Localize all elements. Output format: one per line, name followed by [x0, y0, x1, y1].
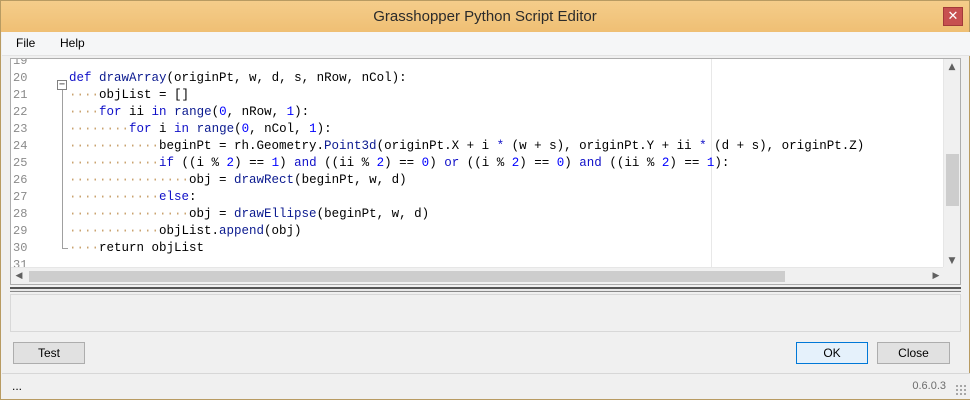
line-number: 22 — [13, 105, 28, 119]
code-content: for i in range(0, nCol, 1): — [129, 122, 332, 136]
indent-guide: ···· — [69, 105, 100, 119]
fold-guide-end — [62, 248, 68, 249]
vertical-scroll-thumb[interactable] — [946, 154, 959, 206]
indent-guide: ···· — [69, 241, 100, 255]
scrollbar-corner — [943, 267, 960, 284]
code-content: objList.append(obj) — [159, 224, 302, 238]
horizontal-scroll-thumb[interactable] — [29, 271, 785, 282]
output-panel — [10, 294, 961, 332]
scroll-right-icon[interactable]: ▶ — [928, 268, 944, 284]
code-line[interactable]: 24 ············beginPt = rh.Geometry.Poin… — [11, 138, 946, 155]
line-number: 29 — [13, 224, 28, 238]
test-button[interactable]: Test — [13, 342, 85, 364]
code-text: ····for ii in range(0, nRow, 1): — [69, 104, 309, 121]
code-content: else: — [159, 190, 197, 204]
code-text: ············objList.append(obj) — [69, 223, 302, 240]
panel-splitter[interactable] — [10, 287, 961, 292]
code-content: objList = [] — [99, 88, 190, 102]
indent-guide: ················ — [69, 173, 190, 187]
code-content: obj = drawRect(beginPt, w, d) — [189, 173, 407, 187]
code-text: ····return objList — [69, 240, 204, 257]
resize-grip-icon[interactable] — [955, 384, 967, 396]
indent-guide: ············ — [69, 224, 160, 238]
code-line[interactable]: 19 — [11, 58, 946, 70]
script-editor-window: Grasshopper Python Script Editor ✕ File … — [0, 0, 970, 400]
line-number: 27 — [13, 190, 28, 204]
code-text: ············else: — [69, 189, 197, 206]
code-content: obj = drawEllipse(beginPt, w, d) — [189, 207, 430, 221]
indent-guide: ········ — [69, 122, 130, 136]
fold-collapse-icon[interactable]: − — [57, 80, 67, 90]
code-content: return objList — [99, 241, 205, 255]
menu-help[interactable]: Help — [60, 36, 85, 50]
code-line[interactable]: 20 def drawArray(originPt, w, d, s, nRow,… — [11, 70, 946, 87]
code-text: ····objList = [] — [69, 87, 189, 104]
status-bar: ... 0.6.0.3 — [2, 373, 970, 399]
line-number: 30 — [13, 241, 28, 255]
ok-button[interactable]: OK — [796, 342, 868, 364]
line-number: 21 — [13, 88, 28, 102]
code-line[interactable]: 26 ················obj = drawRect(beginPt… — [11, 172, 946, 189]
indent-guide: ············ — [69, 156, 160, 170]
code-line[interactable]: 29 ············objList.append(obj) — [11, 223, 946, 240]
code-text: ············beginPt = rh.Geometry.Point3… — [69, 138, 864, 155]
menu-bar: File Help — [2, 32, 970, 56]
code-line[interactable]: 30 ····return objList — [11, 240, 946, 257]
scroll-up-icon[interactable]: ▲ — [944, 59, 960, 75]
indent-guide: ···· — [69, 88, 100, 102]
line-number: 20 — [13, 71, 28, 85]
code-line[interactable]: 27 ············else: — [11, 189, 946, 206]
code-text: ················obj = drawEllipse(beginP… — [69, 206, 429, 223]
line-number: 19 — [13, 58, 28, 68]
indent-guide: ················ — [69, 207, 190, 221]
code-line[interactable]: 23 ········for i in range(0, nCol, 1): — [11, 121, 946, 138]
code-line[interactable]: 25 ············if ((i % 2) == 1) and ((ii… — [11, 155, 946, 172]
code-text: ········for i in range(0, nCol, 1): — [69, 121, 332, 138]
horizontal-scrollbar[interactable]: ◀ ▶ — [11, 267, 945, 284]
close-button[interactable]: Close — [877, 342, 950, 364]
code-content: for ii in range(0, nRow, 1): — [99, 105, 310, 119]
code-text: ············if ((i % 2) == 1) and ((ii %… — [69, 155, 729, 172]
line-number: 25 — [13, 156, 28, 170]
menu-file[interactable]: File — [16, 36, 35, 50]
code-editor[interactable]: 19 20 def drawArray(originPt, w, d, s, nRo… — [10, 58, 961, 285]
code-line[interactable]: 22 ····for ii in range(0, nRow, 1): — [11, 104, 946, 121]
line-number: 24 — [13, 139, 28, 153]
code-content: beginPt = rh.Geometry.Point3d(originPt.X… — [159, 139, 865, 153]
code-line[interactable]: 21 ····objList = [] — [11, 87, 946, 104]
line-number: 26 — [13, 173, 28, 187]
version-label: 0.6.0.3 — [912, 380, 946, 392]
indent-guide: ············ — [69, 139, 160, 153]
indent-guide: ············ — [69, 190, 160, 204]
line-number: 23 — [13, 122, 28, 136]
status-text: ... — [12, 379, 23, 393]
code-content: def drawArray(originPt, w, d, s, nRow, n… — [69, 71, 407, 85]
vertical-scrollbar[interactable]: ▲ ▼ — [943, 59, 960, 269]
code-text: def drawArray(originPt, w, d, s, nRow, n… — [69, 70, 407, 87]
scroll-left-icon[interactable]: ◀ — [11, 268, 27, 284]
code-text: ················obj = drawRect(beginPt, … — [69, 172, 407, 189]
close-window-button[interactable]: ✕ — [943, 7, 963, 26]
line-number: 28 — [13, 207, 28, 221]
title-bar[interactable]: Grasshopper Python Script Editor ✕ — [1, 1, 969, 32]
code-line[interactable]: 28 ················obj = drawEllipse(begi… — [11, 206, 946, 223]
window-title: Grasshopper Python Script Editor — [373, 8, 597, 25]
code-content: if ((i % 2) == 1) and ((ii % 2) == 0) or… — [159, 156, 730, 170]
fold-guide-line — [62, 90, 63, 248]
